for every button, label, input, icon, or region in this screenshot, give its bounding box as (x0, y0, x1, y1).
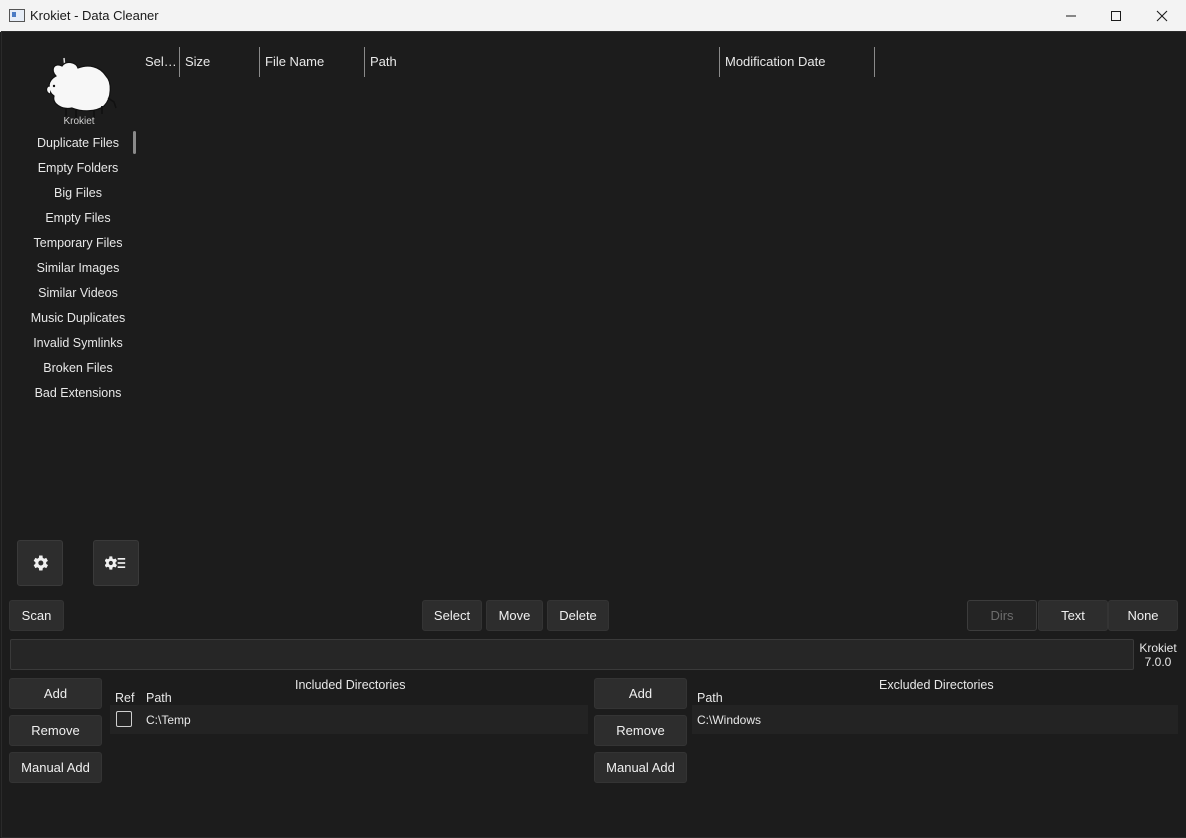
none-toggle[interactable]: None (1108, 600, 1178, 631)
included-directory-path: C:\Temp (146, 713, 191, 727)
results-table-body[interactable] (142, 78, 1182, 528)
sidebar-item-broken-files[interactable]: Broken Files (2, 358, 154, 383)
delete-button[interactable]: Delete (547, 600, 609, 631)
version-name: Krokiet (1139, 641, 1177, 655)
main-window: Krokiet Duplicate Files Empty Folders Bi… (1, 31, 1186, 838)
results-table-header: Sel… Size File Name Path Modification Da… (2, 44, 902, 78)
sidebar-item-bad-extensions[interactable]: Bad Extensions (2, 383, 154, 408)
column-divider[interactable] (719, 47, 720, 77)
minimize-button[interactable] (1048, 0, 1094, 31)
maximize-icon (1111, 10, 1121, 21)
status-bar (10, 639, 1134, 670)
sidebar-item-big-files[interactable]: Big Files (2, 183, 154, 208)
sidebar-item-invalid-symlinks[interactable]: Invalid Symlinks (2, 333, 154, 358)
title-bar: Krokiet - Data Cleaner (0, 0, 1186, 32)
excluded-directory-path: C:\Windows (697, 713, 762, 727)
sidebar-item-empty-files[interactable]: Empty Files (2, 208, 154, 233)
included-col-path: Path (146, 691, 172, 705)
select-button[interactable]: Select (422, 600, 482, 631)
gear-icon (33, 555, 48, 571)
column-divider[interactable] (874, 47, 875, 77)
sidebar-item-empty-folders[interactable]: Empty Folders (2, 158, 154, 183)
minimize-icon (1066, 15, 1076, 16)
column-select[interactable]: Sel… (145, 54, 177, 69)
column-size[interactable]: Size (185, 54, 210, 69)
settings-button[interactable] (17, 540, 63, 586)
sidebar-item-music-duplicates[interactable]: Music Duplicates (2, 308, 154, 333)
subsettings-button[interactable] (93, 540, 139, 586)
text-toggle[interactable]: Text (1038, 600, 1108, 631)
column-path[interactable]: Path (370, 54, 397, 69)
included-col-ref: Ref (115, 691, 135, 705)
included-directory-row[interactable]: C:\Temp (110, 705, 588, 734)
included-ref-checkbox[interactable] (116, 711, 132, 727)
sidebar-nav: Duplicate Files Empty Folders Big Files … (2, 133, 154, 408)
column-divider[interactable] (364, 47, 365, 77)
excluded-directory-row[interactable]: C:\Windows (692, 705, 1178, 734)
excluded-add-button[interactable]: Add (594, 678, 687, 709)
scan-button[interactable]: Scan (9, 600, 64, 631)
column-modification-date[interactable]: Modification Date (725, 54, 825, 69)
sidebar-item-similar-images[interactable]: Similar Images (2, 258, 154, 283)
included-add-button[interactable]: Add (9, 678, 102, 709)
included-directories-title: Included Directories (295, 678, 406, 692)
close-button[interactable] (1139, 0, 1185, 31)
column-divider[interactable] (259, 47, 260, 77)
logo-text: Krokiet (63, 116, 95, 127)
excluded-remove-button[interactable]: Remove (594, 715, 687, 746)
sidebar-item-similar-videos[interactable]: Similar Videos (2, 283, 154, 308)
included-manual-add-button[interactable]: Manual Add (9, 752, 102, 783)
close-icon (1156, 10, 1168, 21)
column-divider[interactable] (179, 47, 180, 77)
included-remove-button[interactable]: Remove (9, 715, 102, 746)
dirs-toggle[interactable]: Dirs (967, 600, 1037, 631)
version-info: Krokiet 7.0.0 (1136, 641, 1180, 669)
version-number: 7.0.0 (1144, 655, 1172, 669)
app-icon (9, 9, 25, 22)
excluded-directories-title: Excluded Directories (879, 678, 994, 692)
sidebar-item-duplicate-files[interactable]: Duplicate Files (2, 133, 154, 158)
column-file-name[interactable]: File Name (265, 54, 324, 69)
excluded-col-path: Path (697, 691, 723, 705)
gear-list-icon (105, 556, 126, 570)
window-title: Krokiet - Data Cleaner (30, 8, 159, 23)
maximize-button[interactable] (1093, 0, 1139, 31)
move-button[interactable]: Move (486, 600, 543, 631)
excluded-manual-add-button[interactable]: Manual Add (594, 752, 687, 783)
sidebar-item-temporary-files[interactable]: Temporary Files (2, 233, 154, 258)
